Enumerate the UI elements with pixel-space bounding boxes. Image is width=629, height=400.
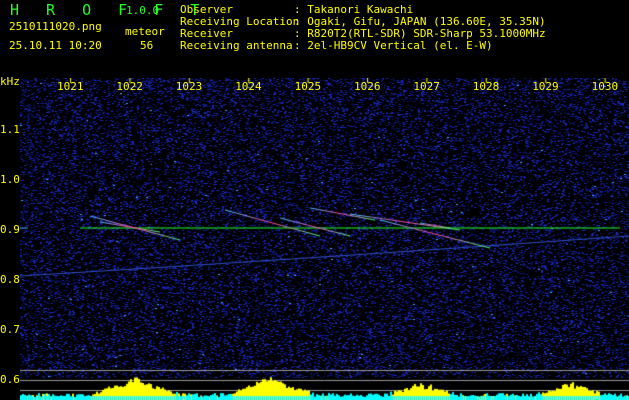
info-label: Receiving antenna	[180, 39, 293, 52]
info-value: : 2el-HB9CV Vertical (el. E-W)	[294, 39, 493, 52]
x-tick-label: 1028	[472, 80, 500, 93]
spectrogram	[20, 78, 629, 400]
app-version: 1.0.0	[126, 4, 160, 17]
x-tick-label: 1029	[532, 80, 559, 93]
y-tick-label: 1.0	[0, 173, 20, 186]
meteor-count: 56	[140, 39, 154, 52]
x-tick-label: 1026	[354, 80, 381, 93]
unit-label: kHz	[0, 75, 20, 88]
x-tick-label: 1030	[591, 80, 619, 93]
x-tick-label: 1023	[175, 80, 203, 93]
x-tick-label: 1022	[116, 80, 143, 93]
y-tick-label: 0.8	[0, 273, 20, 286]
app-title: H R O F F T	[10, 1, 209, 19]
y-tick-label: 0.6	[0, 373, 20, 386]
x-tick-label: 1027	[413, 80, 440, 93]
meteor-label: meteor	[125, 25, 165, 38]
y-tick-label: 0.9	[0, 223, 20, 236]
x-tick-label: 1024	[235, 80, 262, 93]
y-tick-label: 0.7	[0, 323, 20, 336]
x-tick-label: 1025	[294, 80, 322, 93]
y-tick-label: 1.1	[0, 123, 20, 136]
file-name: 2510111020.png	[9, 20, 102, 33]
date-time: 25.10.11 10:20	[9, 39, 102, 52]
x-tick-label: 1021	[57, 80, 84, 93]
